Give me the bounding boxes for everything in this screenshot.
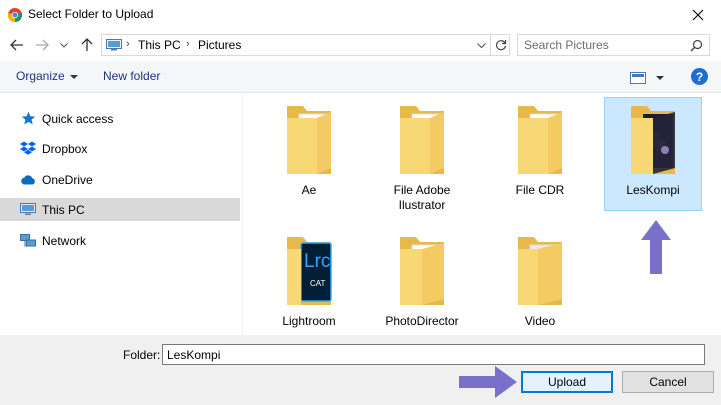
back-button[interactable] (8, 36, 26, 54)
sidebar-item-onedrive[interactable]: OneDrive (0, 168, 240, 191)
folder-icon (390, 100, 454, 180)
search-box[interactable] (517, 34, 710, 56)
folder-item-file-cdr[interactable]: File CDR (492, 100, 588, 208)
new-folder-button[interactable]: New folder (103, 69, 160, 83)
command-bar: Organize New folder (0, 61, 721, 93)
recent-locations-button[interactable] (58, 36, 70, 54)
cancel-button[interactable]: Cancel (622, 371, 714, 393)
sidebar-item-label: Network (42, 233, 87, 248)
sidebar-item-dropbox[interactable]: Dropbox (0, 137, 240, 160)
folder-icon (390, 231, 454, 311)
folder-item-lightroom[interactable]: Lrc CAT Lightroom (261, 231, 357, 335)
sidebar-item-label: This PC (42, 202, 85, 217)
folder-item-photodirector[interactable]: PhotoDirector (374, 231, 470, 335)
refresh-button[interactable] (490, 35, 510, 55)
folder-item-leskompi[interactable]: LesKompi (604, 97, 702, 211)
folder-view: Ae File Adobe Ilustrator File CDR LesKom… (244, 94, 721, 335)
sidebar-item-label: Dropbox (42, 141, 88, 156)
chevron-down-icon (69, 74, 78, 79)
sidebar-item-network[interactable]: Network (0, 229, 240, 252)
network-icon (20, 233, 36, 249)
folder-field-label: Folder: (123, 348, 161, 362)
folder-icon (621, 100, 685, 180)
sidebar-item-this-pc[interactable]: This PC (0, 198, 240, 221)
up-button[interactable] (78, 36, 96, 54)
folder-label: File CDR (515, 183, 565, 197)
upload-button[interactable]: Upload (521, 371, 613, 393)
annotation-arrow-right-icon (459, 366, 517, 398)
folder-item-file-adobe-ilustrator[interactable]: File Adobe Ilustrator (374, 100, 470, 222)
folder-icon (508, 100, 572, 180)
star-icon (20, 111, 36, 127)
folder-item-video[interactable]: Video (492, 231, 588, 335)
arrow-right-icon (36, 39, 49, 51)
title-bar: Select Folder to Upload (0, 0, 721, 30)
chevron-down-icon (60, 42, 68, 48)
annotation-arrow-up-icon (641, 220, 671, 274)
close-button[interactable] (675, 0, 721, 30)
folder-label: Video (524, 314, 556, 328)
dropbox-icon (20, 141, 36, 157)
arrow-left-icon (10, 39, 23, 51)
breadcrumb-this-pc[interactable]: This PC (138, 38, 181, 52)
folder-label: PhotoDirector (385, 314, 459, 328)
search-icon (690, 39, 703, 52)
chevron-down-icon (476, 42, 486, 48)
navigation-pane: Quick access Dropbox OneDrive This PC Ne… (0, 94, 243, 335)
lightroom-badge-sub: CAT (310, 279, 326, 288)
sidebar-item-label: OneDrive (42, 172, 93, 187)
folder-icon (277, 100, 341, 180)
organize-label: Organize (16, 69, 65, 83)
folder-label: Ae (301, 183, 317, 197)
computer-icon (20, 202, 36, 218)
address-history-button[interactable] (472, 35, 490, 55)
folder-label: File Adobe Ilustrator (393, 183, 451, 212)
arrow-up-icon (81, 38, 93, 51)
organize-menu[interactable]: Organize (16, 69, 78, 83)
chevron-down-icon (656, 76, 664, 80)
view-options-icon (630, 72, 646, 84)
chrome-icon (8, 8, 22, 22)
sidebar-item-quick-access[interactable]: Quick access (0, 107, 240, 130)
close-icon (692, 9, 704, 21)
breadcrumb-separator: › (126, 38, 130, 50)
breadcrumb-separator: › (186, 38, 190, 50)
cloud-icon (20, 172, 36, 188)
new-folder-label: New folder (103, 69, 161, 83)
forward-button[interactable] (33, 36, 51, 54)
lightroom-badge: Lrc (304, 251, 331, 272)
sidebar-item-label: Quick access (42, 111, 114, 126)
change-view-button[interactable] (630, 70, 666, 86)
address-bar[interactable]: › This PC › Pictures (101, 34, 510, 56)
computer-icon (106, 39, 122, 51)
folder-item-ae[interactable]: Ae (261, 100, 357, 208)
breadcrumb-pictures[interactable]: Pictures (198, 38, 241, 52)
search-input[interactable] (524, 37, 684, 53)
help-button[interactable]: ? (691, 68, 708, 85)
folder-icon (508, 231, 572, 311)
folder-icon: Lrc CAT (277, 231, 341, 311)
folder-label: LesKompi (626, 183, 680, 197)
folder-name-field[interactable] (162, 344, 705, 365)
refresh-icon (495, 40, 506, 51)
folder-label: Lightroom (282, 314, 336, 328)
window-title: Select Folder to Upload (28, 7, 154, 21)
